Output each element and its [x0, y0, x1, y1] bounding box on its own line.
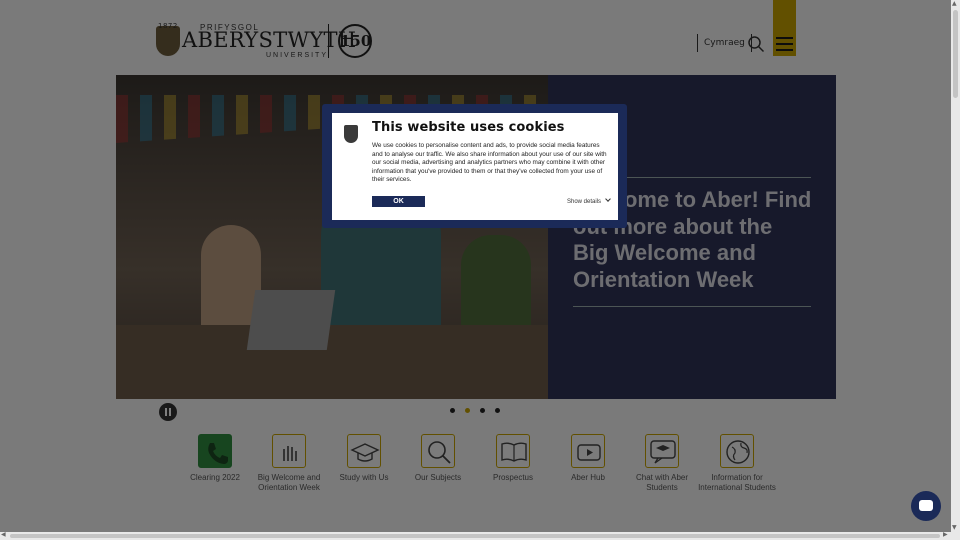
vertical-scrollbar[interactable]: ▲ ▼	[951, 0, 960, 532]
chevron-down-icon	[605, 196, 611, 202]
cookie-dialog: This website uses cookies We use cookies…	[332, 113, 618, 220]
horizontal-scroll-thumb[interactable]	[10, 534, 940, 538]
scroll-right-arrow-icon[interactable]: ▶	[943, 531, 948, 538]
scroll-left-arrow-icon[interactable]: ◀	[1, 531, 6, 538]
scroll-down-arrow-icon[interactable]: ▼	[952, 524, 957, 531]
cookie-body-text: We use cookies to personalise content an…	[372, 142, 607, 184]
cookie-ok-button[interactable]: OK	[372, 196, 425, 207]
vertical-scroll-thumb[interactable]	[953, 10, 958, 98]
chat-widget-button[interactable]	[911, 491, 941, 521]
horizontal-scrollbar[interactable]: ◀ ▶	[0, 531, 951, 540]
crest-icon	[344, 125, 358, 143]
chat-bubble-icon	[919, 500, 933, 511]
show-details-link[interactable]: Show details	[567, 196, 611, 205]
scroll-up-arrow-icon[interactable]: ▲	[952, 0, 957, 7]
cookie-title: This website uses cookies	[372, 120, 565, 135]
modal-overlay	[0, 0, 951, 532]
